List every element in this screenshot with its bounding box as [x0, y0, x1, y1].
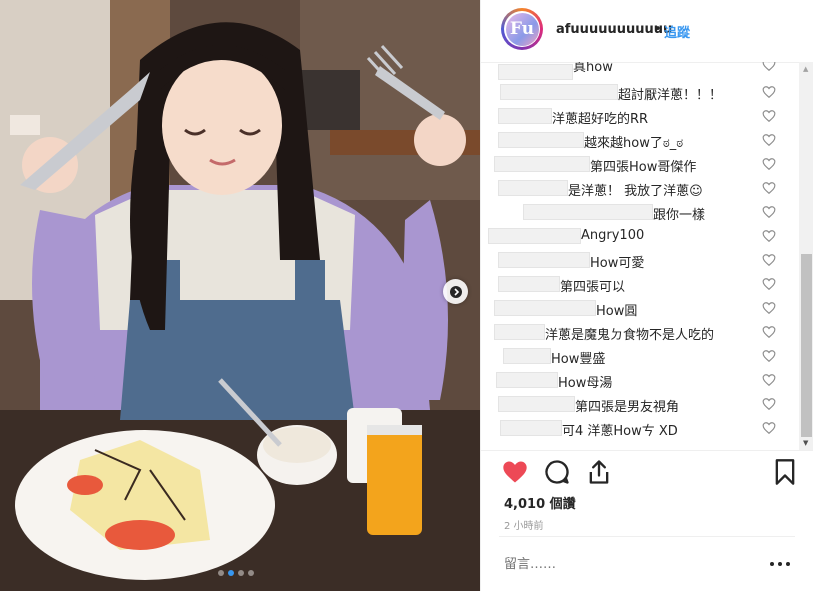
comment-text: 可4 洋蔥Howㄘ XD: [562, 424, 678, 439]
heart-icon[interactable]: [762, 181, 776, 195]
heart-icon[interactable]: [762, 301, 776, 315]
heart-icon[interactable]: [762, 157, 776, 171]
heart-icon[interactable]: [762, 325, 776, 339]
carousel-next-button[interactable]: [443, 279, 468, 304]
avatar-image: Fu: [505, 12, 539, 46]
comment-item: 真how: [481, 62, 791, 82]
bookmark-icon[interactable]: [771, 458, 799, 486]
comment-text: 第四張可以: [560, 280, 626, 295]
blurred-username: [498, 108, 552, 124]
scroll-up-arrow-icon[interactable]: ▲: [803, 65, 808, 73]
carousel-dot[interactable]: [218, 570, 224, 576]
comment-item: 超討厭洋蔥！！！: [481, 82, 791, 103]
blurred-username: [503, 348, 551, 364]
share-icon[interactable]: [585, 458, 613, 486]
heart-icon[interactable]: [762, 133, 776, 147]
heart-icon[interactable]: [501, 458, 529, 486]
more-icon[interactable]: [768, 556, 792, 572]
blurred-username: [498, 252, 590, 268]
comment-text: How母湯: [558, 376, 613, 391]
avatar[interactable]: Fu: [501, 8, 543, 50]
blurred-username: [498, 276, 560, 292]
heart-icon[interactable]: [762, 109, 776, 123]
comment-text: How豐盛: [551, 352, 606, 367]
comment-item: 是洋蔥！ 我放了洋蔥☺: [481, 178, 791, 199]
comment-item: How圓: [481, 298, 791, 319]
comment-text: Angry100: [581, 228, 645, 243]
divider: [481, 450, 813, 451]
blurred-username: [498, 180, 568, 196]
comment-icon[interactable]: [543, 458, 571, 486]
post-actions: [501, 458, 801, 488]
heart-icon[interactable]: [762, 373, 776, 387]
blurred-username: [494, 156, 590, 172]
scrollbar-thumb[interactable]: [801, 254, 812, 437]
comment-item: 可4 洋蔥Howㄘ XD: [481, 418, 791, 439]
comment-item: Angry100: [481, 226, 791, 246]
blurred-username: [494, 300, 596, 316]
post-header: Fu afuuuuuuuuuuu • 追蹤: [481, 0, 813, 63]
carousel-dot[interactable]: [238, 570, 244, 576]
blurred-username: [488, 228, 581, 244]
carousel-dots: [218, 570, 254, 576]
carousel-dot[interactable]: [248, 570, 254, 576]
comment-item: 洋蔥是魔鬼ㄉ食物不是人吃的: [481, 322, 791, 343]
heart-icon[interactable]: [762, 421, 776, 435]
comment-item: 第四張可以: [481, 274, 791, 295]
heart-icon[interactable]: [762, 229, 776, 243]
comment-text: 洋蔥是魔鬼ㄉ食物不是人吃的: [545, 328, 715, 343]
blurred-username: [500, 420, 562, 436]
comment-text: 洋蔥超好吃的RR: [552, 112, 649, 127]
heart-icon[interactable]: [762, 277, 776, 291]
heart-icon[interactable]: [762, 349, 776, 363]
chevron-right-icon: [449, 285, 462, 298]
follow-button[interactable]: 追蹤: [664, 22, 690, 41]
comment-text: 第四張How哥傑作: [590, 160, 697, 175]
carousel-dot-active[interactable]: [228, 570, 234, 576]
comment-item: How母湯: [481, 370, 791, 391]
comment-item: How可愛: [481, 250, 791, 271]
blurred-username: [498, 64, 573, 80]
comment-text: How圓: [596, 304, 638, 319]
comment-item: 越來越how了ಠ_ಠ: [481, 130, 791, 151]
comments-scrollbar[interactable]: ▲ ▼: [799, 62, 813, 450]
photo-illustration: [0, 0, 480, 591]
divider: [499, 536, 795, 537]
post-side-panel: Fu afuuuuuuuuuuu • 追蹤 真how 超討厭洋蔥！！！ 洋蔥超好…: [480, 0, 813, 591]
comment-text: 真how: [573, 62, 613, 75]
comment-text: How可愛: [590, 256, 645, 271]
comment-item: 第四張How哥傑作: [481, 154, 791, 175]
likes-count[interactable]: 4,010 個讚: [504, 493, 576, 512]
comment-item: How豐盛: [481, 346, 791, 367]
blurred-username: [498, 396, 575, 412]
post-timestamp[interactable]: 2 小時前: [504, 517, 544, 532]
scroll-down-arrow-icon[interactable]: ▼: [803, 439, 808, 447]
heart-icon[interactable]: [762, 85, 776, 99]
comment-item: 跟你一樣: [481, 202, 791, 223]
comment-item: 洋蔥超好吃的RR: [481, 106, 791, 127]
comment-text: 超討厭洋蔥！！！: [618, 88, 723, 103]
comment-item: 第四張是男友視角: [481, 394, 791, 415]
heart-icon[interactable]: [762, 397, 776, 411]
blurred-username: [498, 132, 584, 148]
blurred-username: [523, 204, 653, 220]
comment-text: 越來越how了ಠ_ಠ: [584, 136, 684, 151]
comment-text: 是洋蔥！ 我放了洋蔥☺: [568, 184, 703, 199]
post-photo[interactable]: [0, 0, 480, 591]
comment-text: 跟你一樣: [653, 208, 706, 223]
blurred-username: [500, 84, 618, 100]
blurred-username: [496, 372, 558, 388]
comment-input[interactable]: [504, 557, 744, 572]
heart-icon[interactable]: [762, 253, 776, 267]
comment-list[interactable]: 真how 超討厭洋蔥！！！ 洋蔥超好吃的RR 越來越how了ಠ_ಠ 第四張How…: [481, 62, 799, 450]
heart-icon[interactable]: [762, 62, 776, 72]
blurred-username: [494, 324, 545, 340]
comment-text: 第四張是男友視角: [575, 400, 680, 415]
heart-icon[interactable]: [762, 205, 776, 219]
avatar-ring: Fu: [504, 11, 540, 47]
header-separator: •: [654, 22, 662, 37]
